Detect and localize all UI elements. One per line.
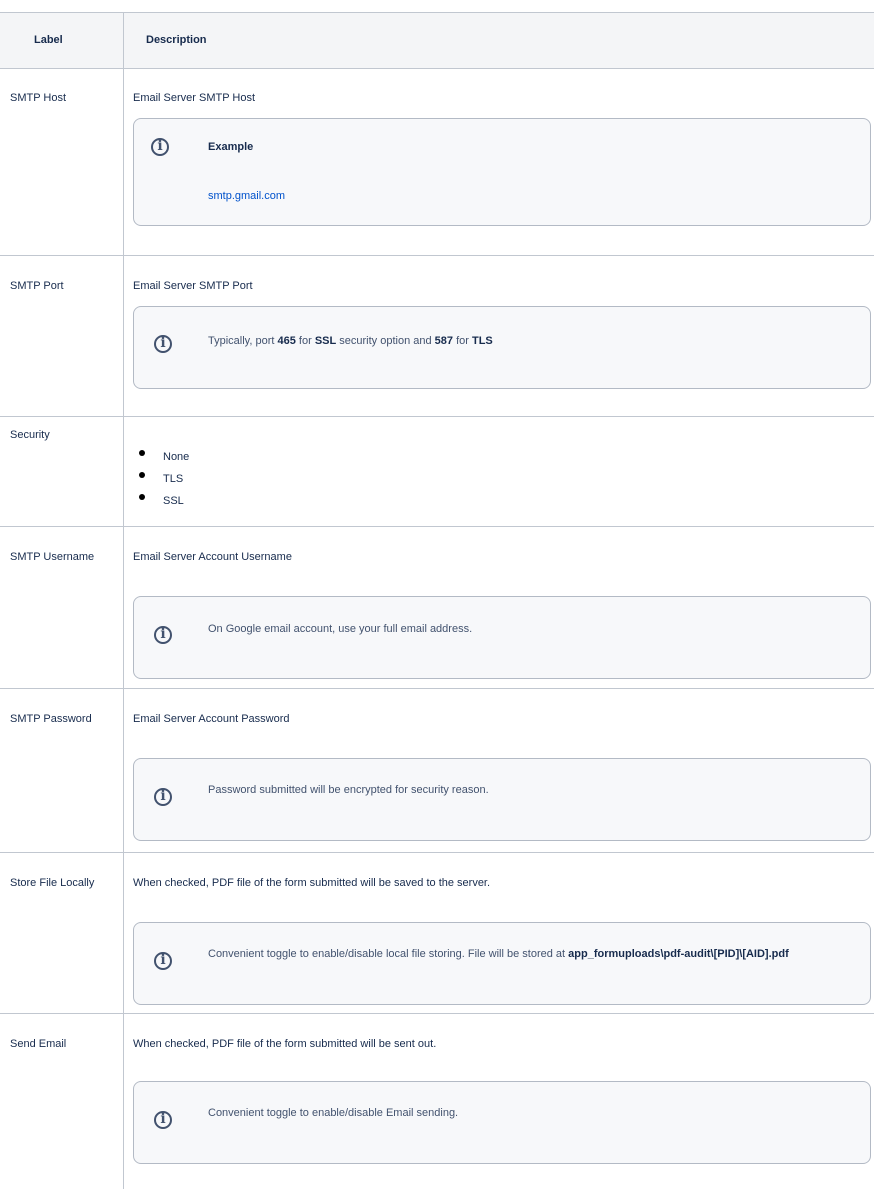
panel-text: Password submitted will be encrypted for… [208, 784, 489, 796]
panel-title: Example [208, 141, 254, 153]
info-panel: i Convenient toggle to enable/disable Em… [133, 1081, 871, 1164]
row-label: SMTP Host [10, 92, 67, 104]
info-panel: i Typically, port 465 for SSL security o… [133, 306, 871, 389]
info-panel: i On Google email account, use your full… [133, 596, 871, 679]
table-header: Label Description [0, 12, 874, 69]
text-fragment: for [453, 335, 472, 347]
list-item: None [133, 446, 189, 468]
row-description: Email Server Account Username [133, 551, 292, 563]
table-row: Store File Locally When checked, PDF fil… [0, 853, 874, 1014]
header-description: Description [146, 34, 207, 46]
panel-text: Convenient toggle to enable/disable Emai… [208, 1107, 459, 1119]
text-fragment: security option and [336, 335, 435, 347]
list-item: SSL [133, 490, 189, 512]
row-description: When checked, PDF file of the form submi… [133, 1038, 437, 1050]
info-circle-icon: i [154, 952, 172, 970]
row-label: Store File Locally [10, 877, 95, 889]
tls-term: TLS [471, 335, 493, 347]
info-circle-icon: i [154, 788, 172, 806]
row-label: Send Email [10, 1038, 67, 1050]
header-label: Label [34, 34, 63, 46]
row-description: Email Server SMTP Port [133, 280, 253, 292]
text-fragment: for [295, 335, 315, 347]
row-label: SMTP Password [10, 713, 92, 725]
text-fragment: Typically, port [208, 335, 278, 347]
column-divider [123, 12, 124, 1189]
info-panel: i Convenient toggle to enable/disable lo… [133, 922, 871, 1005]
table-row: SMTP Username Email Server Account Usern… [0, 527, 874, 689]
info-circle-icon: i [154, 626, 172, 644]
file-path: app_formuploads\pdf-audit\[PID]\[AID].pd… [568, 948, 789, 960]
table-row: Send Email When checked, PDF file of the… [0, 1014, 874, 1189]
security-options-list: None TLS SSL [133, 446, 189, 512]
table-row: SMTP Port Email Server SMTP Port i Typic… [0, 256, 874, 417]
port-ssl: 465 [277, 335, 296, 347]
info-circle-icon: i [154, 335, 172, 353]
row-description: Email Server Account Password [133, 713, 290, 725]
table-row: SMTP Host Email Server SMTP Host i Examp… [0, 68, 874, 256]
ssl-term: SSL [314, 335, 337, 347]
table-row: Security None TLS SSL [0, 417, 874, 527]
row-description: When checked, PDF file of the form submi… [133, 877, 491, 889]
text-fragment: Convenient toggle to enable/disable loca… [208, 948, 569, 960]
info-panel: i Example smtp.gmail.com [133, 118, 871, 226]
row-label: SMTP Port [10, 280, 64, 292]
row-label: Security [10, 429, 50, 441]
table-row: SMTP Password Email Server Account Passw… [0, 689, 874, 853]
info-circle-icon: i [154, 1111, 172, 1129]
list-item: TLS [133, 468, 189, 490]
panel-text: Convenient toggle to enable/disable loca… [208, 948, 789, 960]
row-label: SMTP Username [10, 551, 95, 563]
port-tls: 587 [434, 335, 454, 347]
panel-text: On Google email account, use your full e… [208, 623, 473, 635]
example-link[interactable]: smtp.gmail.com [208, 190, 285, 202]
info-panel: i Password submitted will be encrypted f… [133, 758, 871, 841]
panel-text: Typically, port 465 for SSL security opt… [208, 335, 493, 347]
row-description: Email Server SMTP Host [133, 92, 256, 104]
info-circle-icon: i [151, 138, 169, 156]
